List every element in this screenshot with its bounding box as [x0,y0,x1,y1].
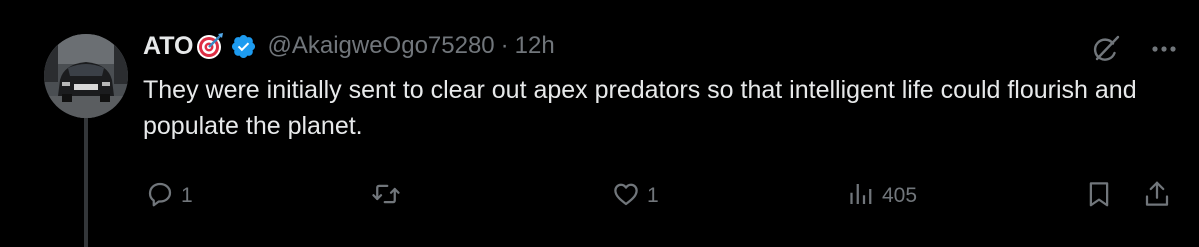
target-emoji-icon [196,32,224,60]
tweet[interactable]: ATO @AkaigweOgo75280 · 12h They were ini… [0,0,1199,247]
repost-icon [371,179,401,214]
separator-dot: · [500,32,509,59]
user-handle[interactable]: @AkaigweOgo75280 [267,32,494,60]
like-button[interactable]: 1 [611,176,659,216]
reply-icon [145,179,175,214]
timestamp[interactable]: 12h [515,32,555,60]
verified-badge-icon[interactable] [230,33,257,60]
bookmark-icon [1084,179,1114,214]
repost-button[interactable] [371,176,401,216]
avatar-car-photo [44,34,128,118]
bookmark-button[interactable] [1084,176,1114,216]
reply-button[interactable]: 1 [145,176,193,216]
avatar[interactable] [44,34,128,118]
tweet-text: They were initially sent to clear out ap… [143,76,1137,140]
like-icon [611,179,641,214]
tweet-header: ATO @AkaigweOgo75280 · 12h [143,28,555,64]
views-count: 405 [882,184,918,207]
display-name[interactable]: ATO [143,32,193,61]
share-icon [1142,179,1172,214]
reply-count: 1 [181,184,193,207]
action-bar: 1 1 405 [0,176,1199,216]
top-actions [1089,32,1177,66]
views-icon [846,179,876,214]
grok-icon[interactable] [1089,32,1123,66]
more-icon[interactable] [1151,45,1177,53]
like-count: 1 [647,184,659,207]
views-button[interactable]: 405 [846,176,917,216]
share-button[interactable] [1142,176,1172,216]
